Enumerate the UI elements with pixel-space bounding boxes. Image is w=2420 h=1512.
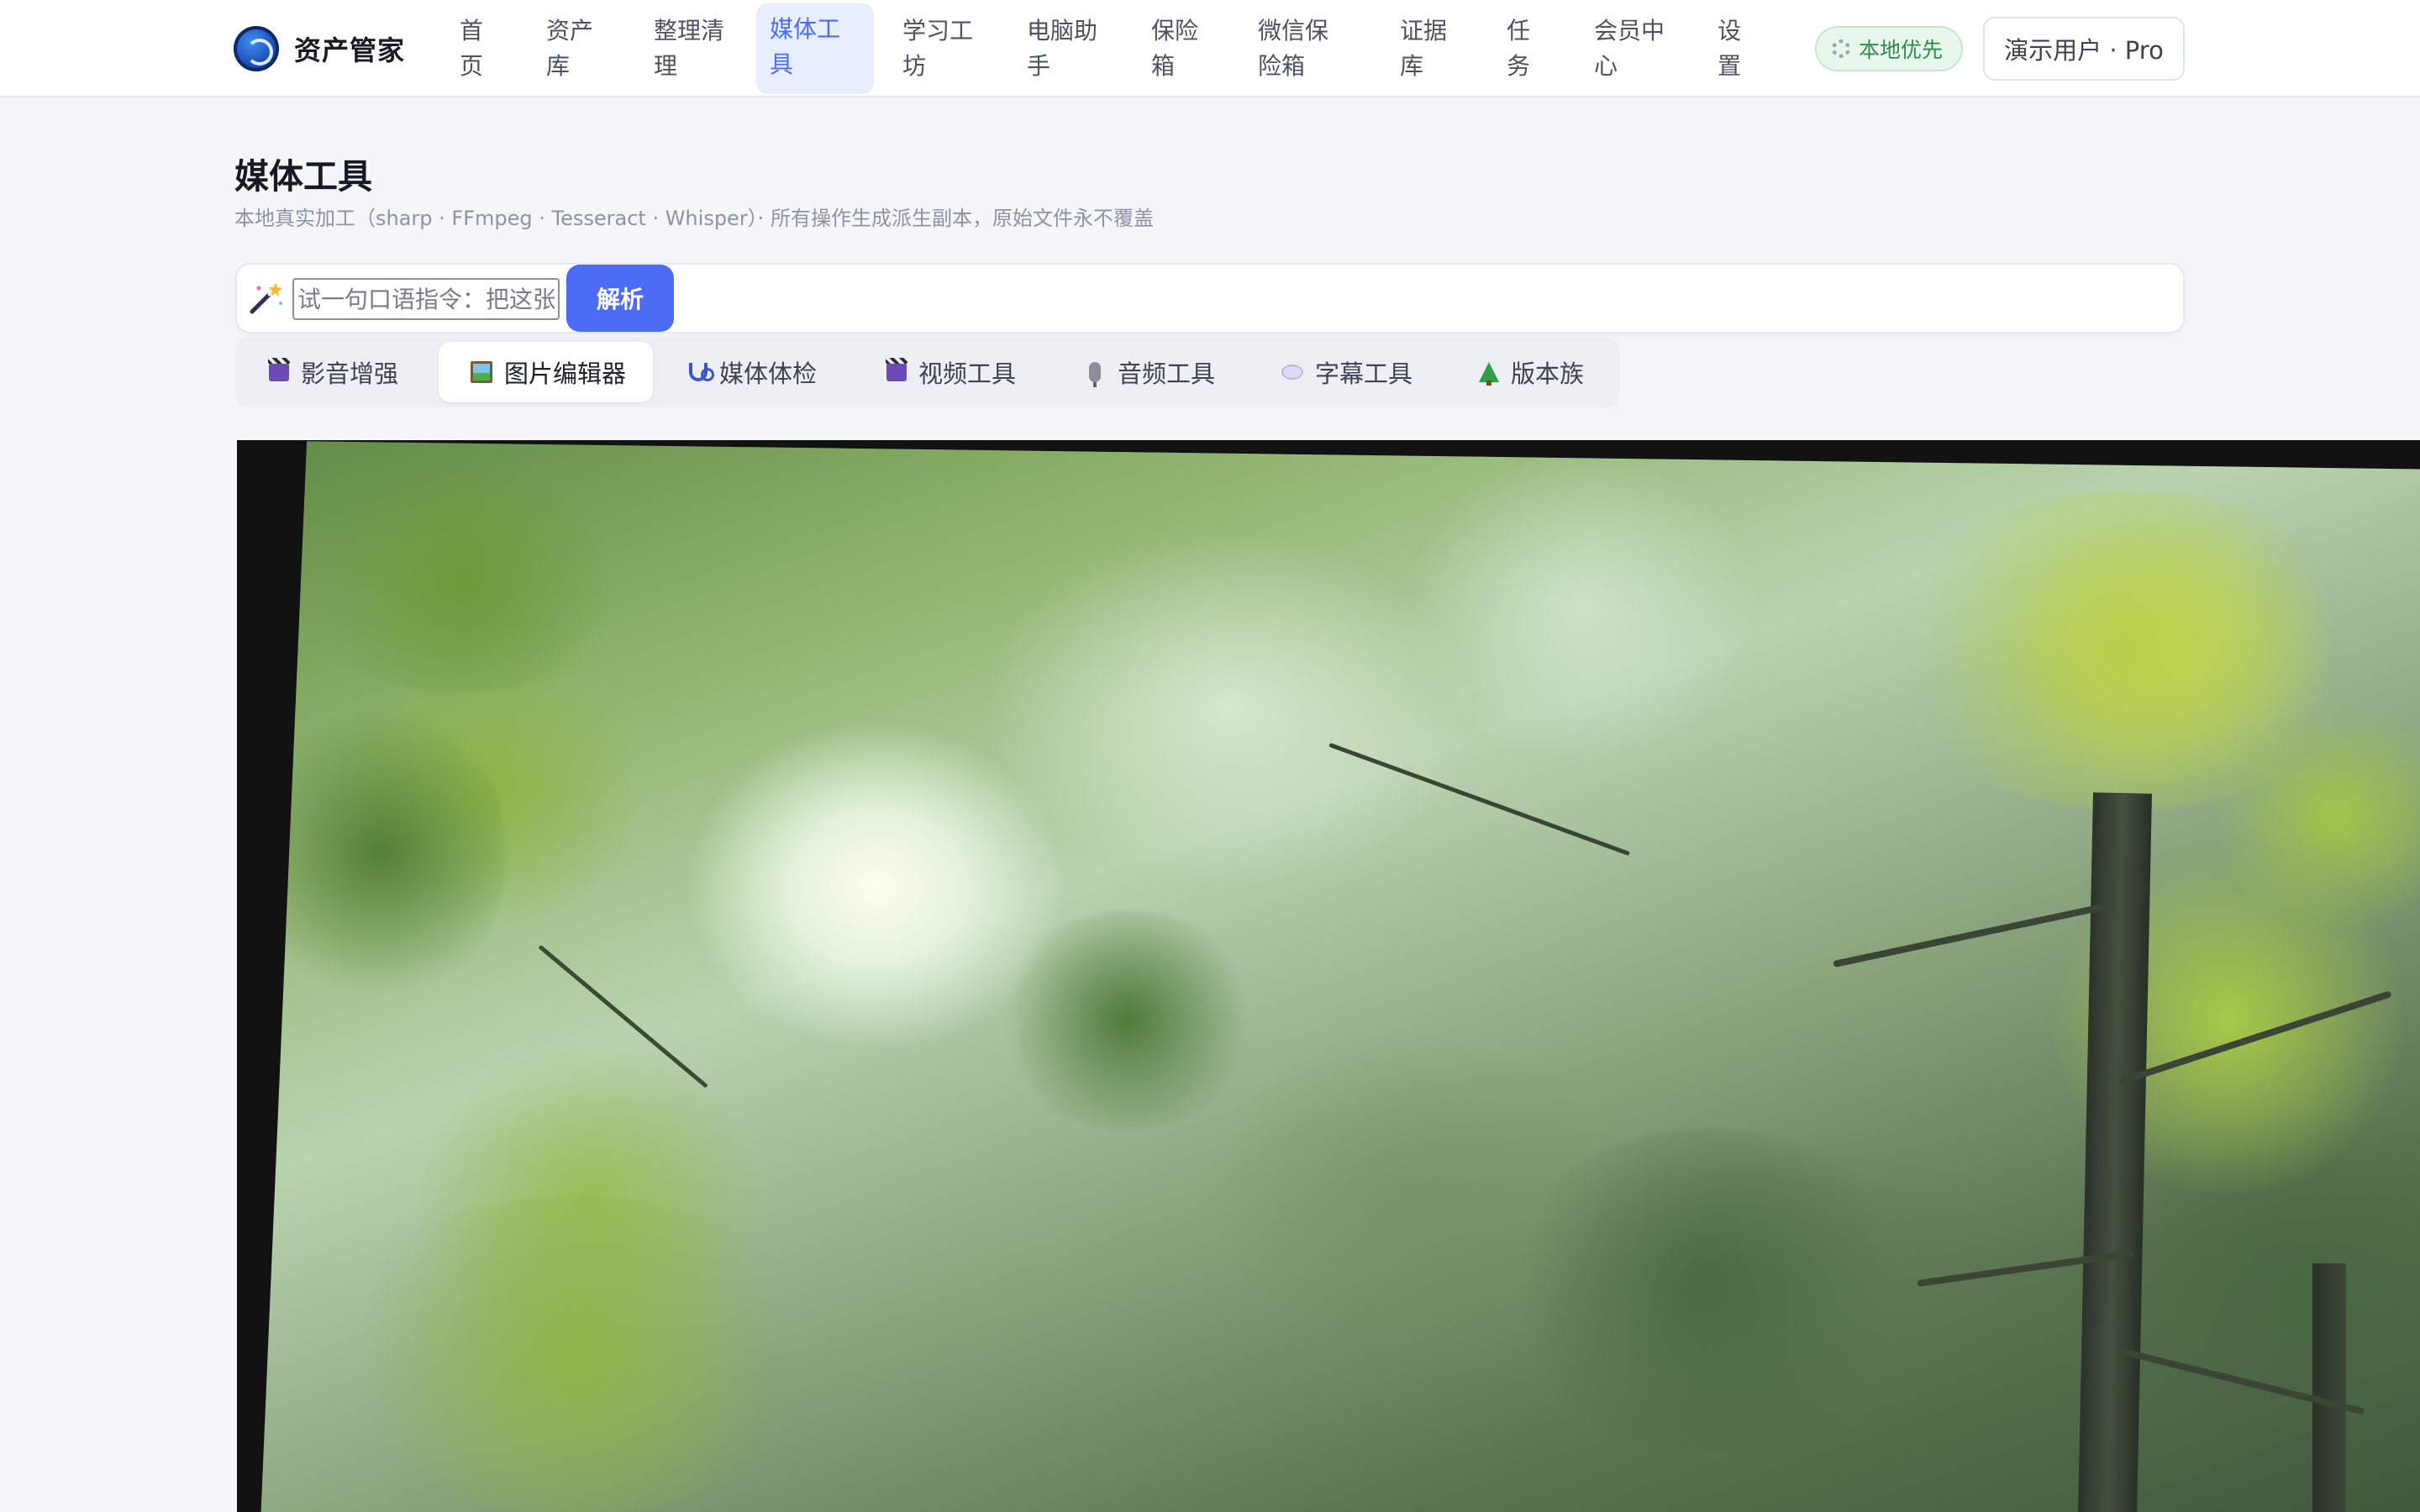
- nav-item-pc-assistant[interactable]: 电脑助 手: [1013, 5, 1111, 97]
- nav-item-label: 具: [770, 50, 794, 78]
- nav-item-vault[interactable]: 保险 箱: [1138, 5, 1212, 97]
- nav-item-tasks[interactable]: 任 务: [1493, 5, 1544, 97]
- local-first-badge[interactable]: 本地优先: [1815, 26, 1964, 71]
- tab-video-tools[interactable]: 视频工具: [853, 342, 1031, 402]
- foliage: [260, 692, 506, 1011]
- nav-item-label: 务: [1507, 52, 1531, 80]
- nav-item-label: 手: [1027, 52, 1051, 80]
- nav-item-asset-library[interactable]: 资产 库: [533, 5, 607, 97]
- nav-item-label: 库: [546, 52, 571, 80]
- nav-item-label: 页: [460, 52, 484, 80]
- nav-item-label: 险箱: [1258, 52, 1306, 80]
- user-account-button[interactable]: 演示用户 · Pro: [1983, 17, 2185, 81]
- nav-item-media-tools[interactable]: 媒体工 具: [756, 3, 874, 94]
- tree-branch: [538, 944, 708, 1089]
- command-input[interactable]: [292, 278, 560, 320]
- clapper-board-icon: [886, 358, 908, 381]
- tab-label: 媒体体检: [719, 360, 818, 388]
- nav-item-label: 电脑助: [1027, 17, 1098, 45]
- brand[interactable]: 资产管家: [234, 24, 405, 74]
- nav-item-settings[interactable]: 设 置: [1704, 5, 1754, 97]
- nav-item-label: 箱: [1151, 52, 1176, 80]
- tree-trunk: [2312, 1263, 2346, 1512]
- tab-image-editor[interactable]: 图片编辑器: [439, 342, 654, 402]
- app-name: 资产管家: [294, 34, 406, 66]
- magic-wand-icon: [250, 282, 282, 314]
- local-first-label: 本地优先: [1859, 38, 1944, 62]
- parse-button[interactable]: 解析: [566, 265, 674, 332]
- nav-item-label: 微信保: [1258, 17, 1329, 45]
- nav-item-evidence-library[interactable]: 证据 库: [1386, 5, 1460, 97]
- nav-item-label: 媒体工: [770, 15, 841, 43]
- nav-item-label: 保险: [1151, 17, 1199, 45]
- nav-item-organize-cleanup[interactable]: 整理清 理: [640, 5, 738, 97]
- tab-media-checkup[interactable]: 媒体体检: [655, 342, 832, 402]
- nav-item-label: 证据: [1400, 17, 1448, 45]
- framed-picture-icon: [471, 361, 492, 383]
- natural-language-command-bar: 解析: [235, 263, 2185, 333]
- tree-branch: [1328, 743, 1630, 856]
- gear-icon: [1832, 39, 1850, 58]
- nav-item-label: 整理清: [654, 17, 725, 45]
- foliage: [1876, 491, 2380, 810]
- speech-bubble-icon: [1281, 365, 1303, 380]
- tree-trunk: [2078, 792, 2152, 1512]
- microphone-icon: [1089, 362, 1101, 387]
- nav-item-label: 学习工: [902, 17, 974, 45]
- nav-item-home[interactable]: 首 页: [446, 5, 497, 97]
- nav-item-member-center[interactable]: 会员中 心: [1581, 5, 1678, 97]
- tab-label: 影音增强: [301, 360, 399, 388]
- nav-item-label: 心: [1594, 52, 1618, 80]
- nav-item-label: 置: [1718, 52, 1742, 80]
- tree-icon: [1479, 362, 1499, 386]
- tab-subtitle-tools[interactable]: 字幕工具: [1248, 342, 1428, 402]
- foliage: [287, 474, 640, 692]
- tool-tabs: 影音增强 图片编辑器 媒体体检 视频工具 音频工具 字幕工具 版本族: [235, 337, 1619, 407]
- nav-item-label: 设: [1718, 17, 1742, 45]
- app-logo-icon: [234, 26, 279, 71]
- image-editor-canvas[interactable]: [237, 440, 2420, 1512]
- tab-label: 音频工具: [1118, 360, 1216, 388]
- tab-version-family[interactable]: 版本族: [1445, 342, 1599, 402]
- nav-item-label: 首: [460, 17, 484, 45]
- page-subtitle: 本地真实加工（sharp · FFmpeg · Tesseract · Whis…: [234, 207, 1154, 230]
- stethoscope-icon: [689, 363, 714, 381]
- nav-item-label: 坊: [902, 52, 927, 80]
- tab-av-enhance[interactable]: 影音增强: [235, 342, 413, 402]
- edited-photo: [260, 441, 2420, 1512]
- tab-label: 版本族: [1511, 360, 1585, 388]
- clapper-board-icon: [268, 358, 290, 381]
- nav-item-label: 理: [654, 52, 678, 80]
- foliage: [321, 1196, 825, 1512]
- nav-item-label: 任: [1507, 17, 1531, 45]
- tab-label: 字幕工具: [1315, 360, 1413, 388]
- tab-label: 视频工具: [918, 360, 1017, 388]
- foliage: [1497, 1129, 1918, 1448]
- nav-item-label: 库: [1400, 52, 1424, 80]
- nav-item-wechat-vault[interactable]: 微信保 险箱: [1244, 5, 1342, 97]
- top-navigation-bar: 资产管家 首 页 资产 库 整理清 理 媒体工 具 学习工 坊 电脑助 手 保险…: [0, 0, 2420, 97]
- nav-item-learning-workshop[interactable]: 学习工 坊: [889, 5, 986, 97]
- nav-item-label: 资产: [546, 17, 594, 45]
- tab-audio-tools[interactable]: 音频工具: [1050, 342, 1230, 402]
- tab-label: 图片编辑器: [504, 360, 627, 388]
- page-title: 媒体工具: [234, 156, 372, 197]
- foliage: [993, 911, 1262, 1129]
- nav-item-label: 会员中: [1594, 17, 1665, 45]
